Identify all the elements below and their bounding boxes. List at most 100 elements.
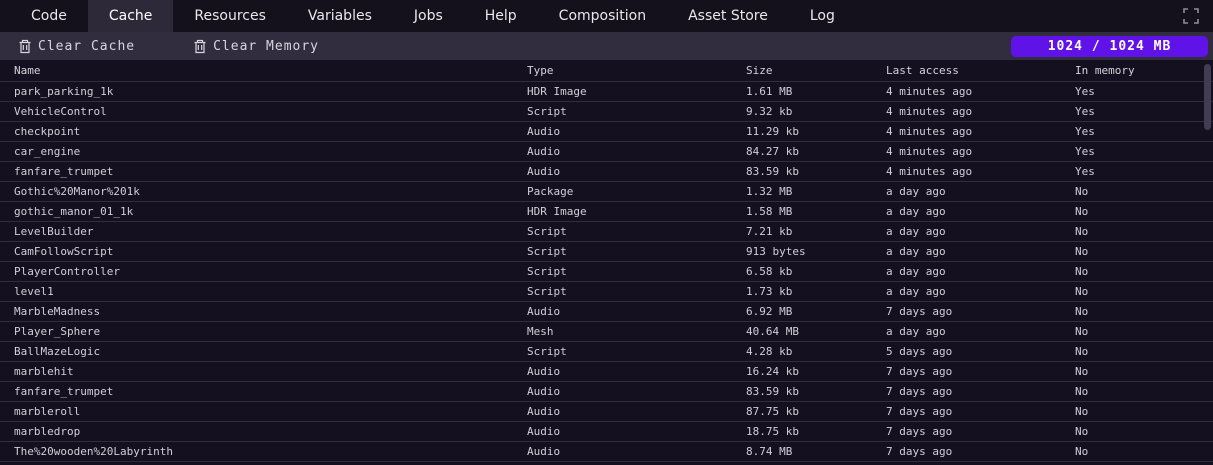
cell-size: 87.75 kb (746, 405, 886, 418)
cell-in-memory: No (1075, 345, 1213, 358)
nav-tab[interactable]: Composition (538, 0, 667, 32)
cell-type: Mesh (527, 325, 746, 338)
table-row[interactable]: fanfare_trumpet Audio 83.59 kb 7 days ag… (0, 382, 1213, 402)
cell-type: Script (527, 265, 746, 278)
cell-name: VehicleControl (14, 105, 527, 118)
table-row[interactable]: park_parking_1k HDR Image 1.61 MB 4 minu… (0, 82, 1213, 102)
table-row[interactable]: marbleroll Audio 87.75 kb 7 days ago No (0, 402, 1213, 422)
cell-in-memory: Yes (1075, 145, 1213, 158)
table-row[interactable]: The%20wooden%20Labyrinth Audio 8.74 MB 7… (0, 442, 1213, 462)
cell-size: 4.28 kb (746, 345, 886, 358)
cell-in-memory: No (1075, 365, 1213, 378)
cell-name: fanfare_trumpet (14, 165, 527, 178)
table-row[interactable]: MarbleMadness Audio 6.92 MB 7 days ago N… (0, 302, 1213, 322)
cell-last-access: a day ago (886, 205, 1075, 218)
vertical-scrollbar[interactable] (1204, 64, 1211, 130)
cell-last-access: 7 days ago (886, 445, 1075, 458)
cell-size: 16.24 kb (746, 365, 886, 378)
table-row[interactable]: PlayerController Script 6.58 kb a day ag… (0, 262, 1213, 282)
cell-last-access: 7 days ago (886, 425, 1075, 438)
cell-last-access: 7 days ago (886, 305, 1075, 318)
cell-size: 84.27 kb (746, 145, 886, 158)
cell-in-memory: No (1075, 225, 1213, 238)
table-row[interactable]: car_engine Audio 84.27 kb 4 minutes ago … (0, 142, 1213, 162)
cell-in-memory: No (1075, 385, 1213, 398)
clear-cache-button[interactable]: Clear Cache (18, 39, 135, 54)
cell-name: CamFollowScript (14, 245, 527, 258)
cell-size: 1.61 MB (746, 85, 886, 98)
table-row[interactable]: LevelBuilder Script 7.21 kb a day ago No (0, 222, 1213, 242)
cell-type: Script (527, 345, 746, 358)
cell-type: Audio (527, 125, 746, 138)
top-nav-bar: Code Cache Resources Variables Jobs Help… (0, 0, 1213, 32)
cell-last-access: a day ago (886, 265, 1075, 278)
cell-size: 8.74 MB (746, 445, 886, 458)
nav-tab-label: Code (31, 8, 67, 24)
column-header-in-memory[interactable]: In memory (1075, 64, 1213, 77)
nav-tab[interactable]: Log (789, 0, 856, 32)
cell-type: Audio (527, 305, 746, 318)
column-header-name[interactable]: Name (14, 64, 527, 77)
nav-tab[interactable]: Asset Store (667, 0, 789, 32)
cell-size: 1.58 MB (746, 205, 886, 218)
cell-name: MarbleMadness (14, 305, 527, 318)
column-header-type[interactable]: Type (527, 64, 746, 77)
nav-tab-label: Variables (308, 8, 372, 24)
column-header-last-access[interactable]: Last access (886, 64, 1075, 77)
cell-in-memory: No (1075, 325, 1213, 338)
cell-name: checkpoint (14, 125, 527, 138)
table-row[interactable]: Player_Sphere Mesh 40.64 MB a day ago No (0, 322, 1213, 342)
cell-in-memory: No (1075, 405, 1213, 418)
cell-in-memory: No (1075, 185, 1213, 198)
cell-last-access: 7 days ago (886, 365, 1075, 378)
cell-last-access: 4 minutes ago (886, 85, 1075, 98)
clear-cache-label: Clear Cache (38, 39, 135, 54)
fullscreen-icon[interactable] (1183, 8, 1199, 24)
cell-in-memory: Yes (1075, 85, 1213, 98)
table-row[interactable]: VehicleControl Script 9.32 kb 4 minutes … (0, 102, 1213, 122)
cell-in-memory: No (1075, 305, 1213, 318)
nav-tab[interactable]: Variables (287, 0, 393, 32)
cell-in-memory: No (1075, 425, 1213, 438)
table-header: Name Type Size Last access In memory (0, 60, 1213, 82)
cell-name: Player_Sphere (14, 325, 527, 338)
table-row[interactable]: BallMazeLogic Script 4.28 kb 5 days ago … (0, 342, 1213, 362)
cell-last-access: 4 minutes ago (886, 145, 1075, 158)
nav-tab[interactable]: Resources (173, 0, 287, 32)
table-row[interactable]: marbledrop Audio 18.75 kb 7 days ago No (0, 422, 1213, 442)
table-row[interactable]: marblehit Audio 16.24 kb 7 days ago No (0, 362, 1213, 382)
cell-size: 6.92 MB (746, 305, 886, 318)
cell-last-access: 4 minutes ago (886, 125, 1075, 138)
nav-tab[interactable]: Jobs (393, 0, 464, 32)
cell-name: The%20wooden%20Labyrinth (14, 445, 527, 458)
nav-tab[interactable]: Help (464, 0, 538, 32)
cache-table: Name Type Size Last access In memory par… (0, 60, 1213, 462)
table-row[interactable]: Gothic%20Manor%201k Package 1.32 MB a da… (0, 182, 1213, 202)
nav-tab-label: Help (485, 8, 517, 24)
cell-name: Gothic%20Manor%201k (14, 185, 527, 198)
cell-size: 11.29 kb (746, 125, 886, 138)
cell-type: Audio (527, 445, 746, 458)
cell-last-access: a day ago (886, 225, 1075, 238)
table-row[interactable]: CamFollowScript Script 913 bytes a day a… (0, 242, 1213, 262)
cell-last-access: 7 days ago (886, 385, 1075, 398)
table-row[interactable]: fanfare_trumpet Audio 83.59 kb 4 minutes… (0, 162, 1213, 182)
table-row[interactable]: gothic_manor_01_1k HDR Image 1.58 MB a d… (0, 202, 1213, 222)
nav-tab-label: Composition (559, 8, 646, 24)
nav-tab[interactable]: Cache (88, 0, 174, 32)
cell-size: 7.21 kb (746, 225, 886, 238)
nav-tabs: Code Cache Resources Variables Jobs Help… (10, 0, 856, 32)
clear-memory-button[interactable]: Clear Memory (193, 39, 319, 54)
cell-last-access: a day ago (886, 325, 1075, 338)
nav-tab[interactable]: Code (10, 0, 88, 32)
cell-size: 9.32 kb (746, 105, 886, 118)
cell-type: Audio (527, 425, 746, 438)
cell-type: Audio (527, 385, 746, 398)
table-row[interactable]: checkpoint Audio 11.29 kb 4 minutes ago … (0, 122, 1213, 142)
column-header-size[interactable]: Size (746, 64, 886, 77)
cell-type: Audio (527, 405, 746, 418)
table-row[interactable]: level1 Script 1.73 kb a day ago No (0, 282, 1213, 302)
memory-usage-badge: 1024 / 1024 MB (1011, 36, 1208, 57)
cell-name: gothic_manor_01_1k (14, 205, 527, 218)
cell-in-memory: Yes (1075, 165, 1213, 178)
